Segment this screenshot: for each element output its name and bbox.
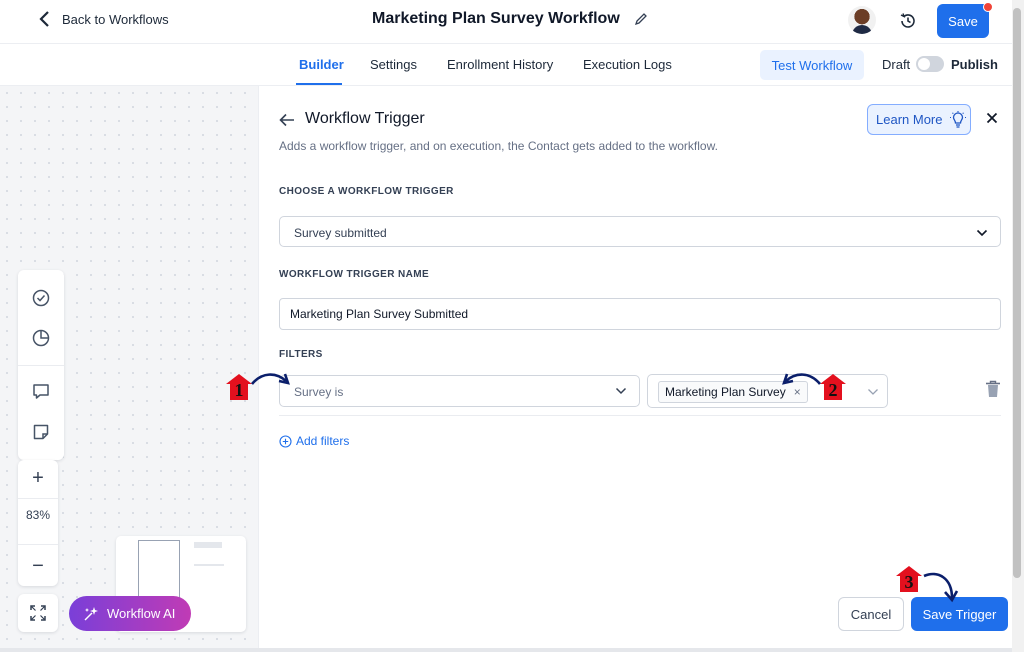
top-bar: Back to Workflows Marketing Plan Survey …	[0, 0, 1012, 44]
canvas-toolbar	[18, 270, 64, 460]
tabs-row: Builder Settings Enrollment History Exec…	[0, 44, 1012, 86]
active-tab-underline	[296, 83, 342, 85]
sticky-note-icon[interactable]	[31, 422, 51, 442]
zoom-out-button[interactable]: −	[18, 548, 58, 584]
trigger-name-label: WORKFLOW TRIGGER NAME	[279, 269, 430, 280]
tab-settings[interactable]: Settings	[370, 57, 417, 72]
trigger-select-value: Survey submitted	[294, 226, 387, 240]
filters-label: FILTERS	[279, 349, 323, 360]
tab-enrollment-history[interactable]: Enrollment History	[447, 57, 553, 72]
pencil-icon[interactable]	[634, 12, 648, 26]
annotation-badge-3: 3	[896, 566, 922, 592]
filter-condition-select[interactable]: Survey is	[279, 375, 640, 407]
chevron-down-icon	[615, 387, 627, 395]
window-bottom-edge	[0, 648, 1012, 652]
workflow-title: Marketing Plan Survey Workflow	[372, 10, 648, 28]
close-icon[interactable]	[985, 111, 999, 125]
save-button[interactable]: Save	[937, 4, 989, 38]
notification-dot	[983, 2, 993, 12]
annotation-badge-2: 2	[820, 374, 846, 400]
workflow-canvas[interactable]: + 83% − Workflow AI	[0, 86, 258, 648]
add-filters-link[interactable]: Add filters	[279, 434, 349, 448]
workflow-ai-label: Workflow AI	[107, 606, 176, 621]
avatar[interactable]	[848, 6, 876, 34]
trigger-name-input[interactable]	[279, 298, 1001, 330]
annotation-badge-1: 1	[226, 374, 252, 400]
workflow-trigger-panel: Workflow Trigger Adds a workflow trigger…	[258, 86, 1012, 648]
annotation-arrow-1	[251, 373, 290, 385]
annotation-arrow-3	[923, 572, 959, 603]
add-filters-label: Add filters	[296, 434, 350, 448]
history-icon[interactable]	[898, 11, 918, 31]
test-workflow-button[interactable]: Test Workflow	[760, 50, 864, 80]
chevron-left-icon	[39, 11, 49, 27]
fit-view-button[interactable]	[18, 594, 58, 632]
trash-icon[interactable]	[985, 380, 1001, 398]
arrow-left-icon[interactable]	[279, 113, 295, 127]
sparkle-icon	[84, 606, 98, 620]
back-to-workflows-link[interactable]: Back to Workflows	[38, 11, 169, 27]
panel-subtitle: Adds a workflow trigger, and on executio…	[279, 139, 718, 153]
filter-condition-placeholder: Survey is	[294, 385, 344, 399]
workflow-title-text: Marketing Plan Survey Workflow	[372, 10, 620, 27]
draft-label: Draft	[882, 57, 911, 72]
check-circle-icon[interactable]	[31, 288, 51, 308]
filters-divider	[279, 415, 1001, 416]
annotation-arrow-2	[782, 373, 821, 385]
publish-label: Publish	[951, 57, 998, 72]
chevron-down-icon	[976, 229, 988, 237]
plus-circle-icon	[279, 434, 292, 448]
panel-title: Workflow Trigger	[305, 110, 425, 127]
learn-more-label: Learn More	[876, 112, 943, 127]
zoom-controls: + 83% −	[18, 460, 58, 586]
publish-toggle[interactable]	[916, 56, 944, 72]
scrollbar-thumb[interactable]	[1013, 8, 1021, 578]
zoom-in-button[interactable]: +	[18, 460, 58, 496]
zoom-level: 83%	[25, 508, 51, 522]
cancel-button[interactable]: Cancel	[838, 597, 904, 631]
chevron-down-icon	[868, 389, 878, 395]
filter-value-select[interactable]: Marketing Plan Survey ×	[647, 374, 888, 408]
workflow-ai-button[interactable]: Workflow AI	[69, 596, 191, 631]
lightbulb-icon	[950, 110, 967, 128]
back-label: Back to Workflows	[62, 11, 169, 27]
trigger-label: CHOOSE A WORKFLOW TRIGGER	[279, 186, 454, 197]
comment-icon[interactable]	[31, 381, 51, 401]
trigger-select[interactable]: Survey submitted	[279, 216, 1001, 247]
learn-more-button[interactable]: Learn More	[867, 104, 971, 135]
filter-chip-label: Marketing Plan Survey	[665, 385, 786, 399]
pie-chart-icon[interactable]	[31, 328, 51, 348]
tab-execution-logs[interactable]: Execution Logs	[583, 57, 672, 72]
tab-builder[interactable]: Builder	[299, 57, 344, 72]
expand-icon	[30, 605, 46, 621]
